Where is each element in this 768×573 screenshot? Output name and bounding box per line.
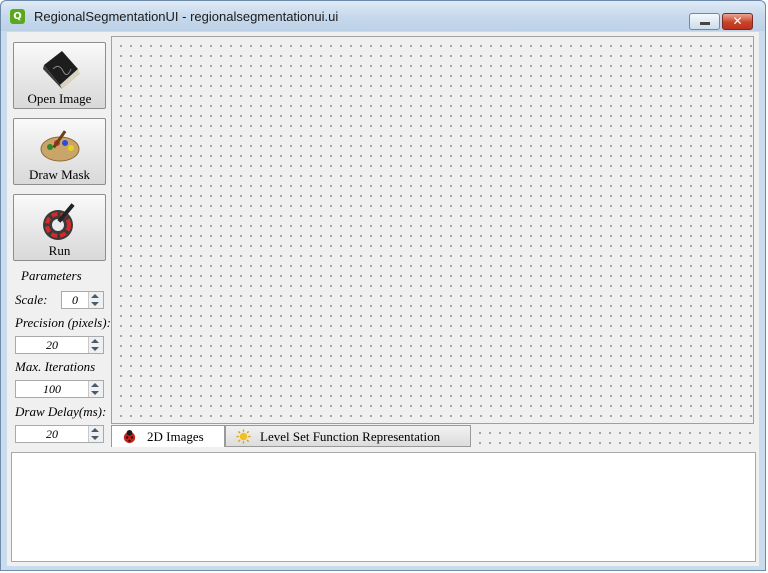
window-title: RegionalSegmentationUI - regionalsegment…: [34, 9, 339, 24]
close-button[interactable]: ✕: [722, 13, 753, 30]
minimize-button[interactable]: [689, 13, 720, 30]
run-label: Run: [48, 243, 71, 258]
image-canvas[interactable]: [111, 36, 754, 424]
tab-level-set[interactable]: Level Set Function Representation: [225, 425, 471, 447]
up-arrow-icon[interactable]: [91, 383, 99, 387]
tab-level-set-label: Level Set Function Representation: [260, 429, 441, 444]
down-arrow-icon[interactable]: [91, 302, 99, 306]
precision-label: Precision (pixels):: [15, 315, 111, 330]
draw-delay-spinbox[interactable]: 20: [15, 425, 104, 443]
run-button[interactable]: Run: [13, 194, 106, 261]
palette-icon: [40, 130, 79, 162]
down-arrow-icon[interactable]: [91, 436, 99, 440]
max-iterations-spinbox[interactable]: 100: [15, 380, 104, 398]
open-image-button[interactable]: Open Image: [13, 42, 106, 109]
draw-mask-button[interactable]: Draw Mask: [13, 118, 106, 185]
output-panel[interactable]: [11, 452, 756, 562]
ladybug-icon: [123, 429, 136, 444]
tab-bar-background: [471, 425, 755, 446]
draw-delay-stepper[interactable]: [88, 426, 103, 442]
max-iterations-value: 100: [43, 382, 61, 396]
scale-spinbox[interactable]: 0: [61, 291, 104, 309]
draw-delay-value: 20: [46, 427, 58, 441]
scale-label: Scale:: [15, 292, 48, 307]
tab-2d-images[interactable]: 2D Images: [111, 425, 225, 447]
down-arrow-icon[interactable]: [91, 391, 99, 395]
draw-mask-label: Draw Mask: [28, 167, 90, 182]
scale-stepper[interactable]: [88, 292, 103, 308]
main-window: Q RegionalSegmentationUI - regionalsegme…: [0, 0, 766, 571]
scale-value: 0: [72, 293, 78, 307]
precision-spinbox[interactable]: 20: [15, 336, 104, 354]
precision-stepper[interactable]: [88, 337, 103, 353]
up-arrow-icon[interactable]: [91, 339, 99, 343]
book-icon: [42, 51, 80, 89]
max-iterations-stepper[interactable]: [88, 381, 103, 397]
title-bar[interactable]: Q RegionalSegmentationUI - regionalsegme…: [1, 1, 765, 31]
up-arrow-icon[interactable]: [91, 294, 99, 298]
sun-icon: [236, 429, 251, 444]
down-arrow-icon[interactable]: [91, 347, 99, 351]
tab-2d-images-label: 2D Images: [147, 429, 204, 444]
max-iterations-label: Max. Iterations: [15, 359, 96, 374]
client-area: Open Image Draw Mask Run Parameters Scal…: [7, 32, 759, 566]
color-wheel-icon: [42, 203, 75, 240]
open-image-label: Open Image: [27, 91, 92, 106]
parameters-heading: Parameters: [21, 268, 82, 283]
qt-icon: Q: [10, 9, 25, 24]
draw-delay-label: Draw Delay(ms):: [15, 404, 107, 419]
up-arrow-icon[interactable]: [91, 428, 99, 432]
precision-value: 20: [46, 338, 58, 352]
